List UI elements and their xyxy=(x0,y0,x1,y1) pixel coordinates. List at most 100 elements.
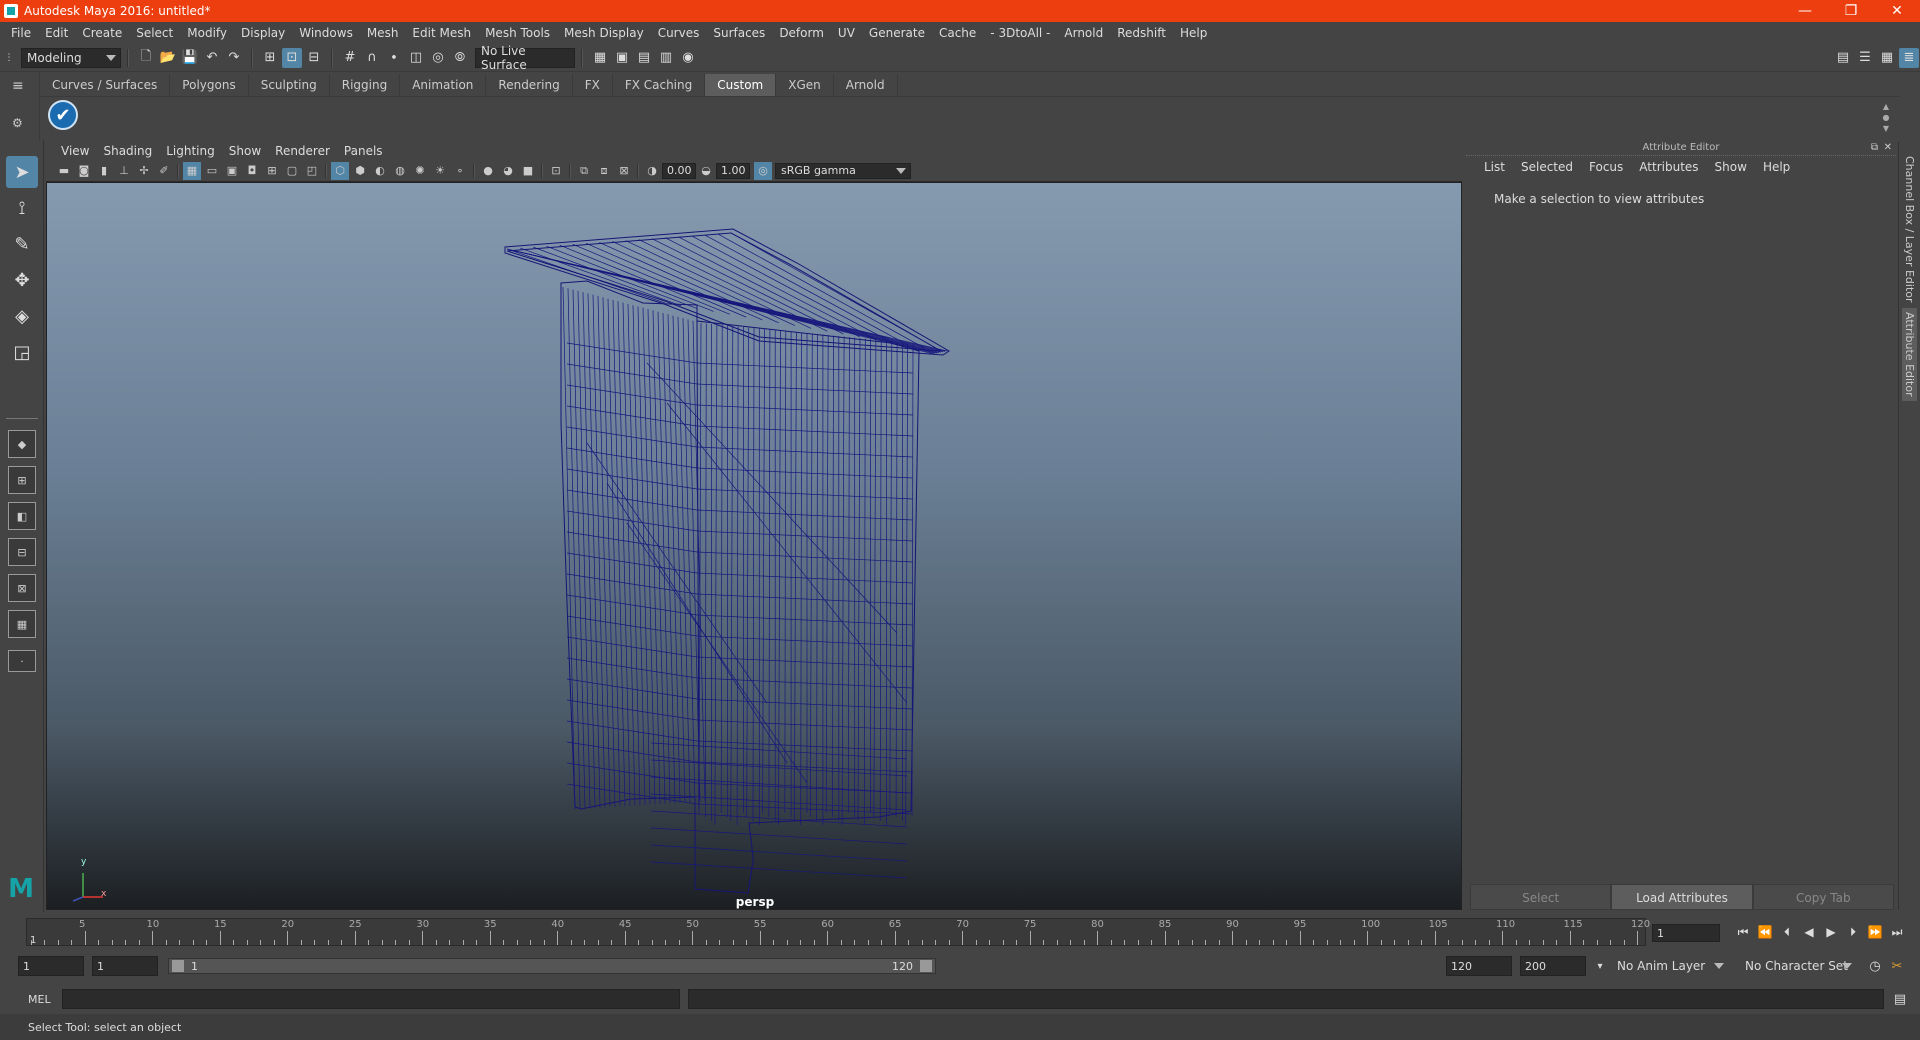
move-tool-icon[interactable]: ✥ xyxy=(6,264,38,296)
menu-display[interactable]: Display xyxy=(234,26,292,40)
command-language-label[interactable]: MEL xyxy=(28,993,58,1006)
four-pane-layout-icon[interactable]: ⊞ xyxy=(8,466,36,494)
xray-joints-icon[interactable]: ⧈ xyxy=(595,162,613,180)
tab-xgen[interactable]: XGen xyxy=(776,74,834,96)
rotate-tool-icon[interactable]: ◈ xyxy=(6,300,38,332)
layout-icon[interactable]: ▤ xyxy=(1833,48,1853,68)
shelf-scroll-icon[interactable]: ▲ ● ▼ xyxy=(1880,101,1892,135)
select-tool-icon[interactable]: ➤ xyxy=(6,156,38,188)
layout-more-icon[interactable]: · xyxy=(8,650,36,672)
menu-mesh-display[interactable]: Mesh Display xyxy=(557,26,651,40)
exposure-icon[interactable]: ◑ xyxy=(643,162,661,180)
character-set-dropdown[interactable]: No Character Set xyxy=(1739,956,1857,976)
current-frame-field[interactable]: 1 xyxy=(1652,924,1720,942)
minimize-button[interactable]: — xyxy=(1782,0,1828,22)
scale-tool-icon[interactable]: ◲ xyxy=(6,336,38,368)
safe-title-icon[interactable]: ◰ xyxy=(303,162,321,180)
menu-select[interactable]: Select xyxy=(129,26,180,40)
status-line-handle-icon[interactable]: ⋮ xyxy=(4,48,14,68)
menu-surfaces[interactable]: Surfaces xyxy=(706,26,772,40)
play-forwards-icon[interactable]: ▶ xyxy=(1820,922,1842,942)
viewport-menu-panels[interactable]: Panels xyxy=(337,144,390,158)
snap-view-plane-icon[interactable]: ◫ xyxy=(406,48,426,68)
checkmark-shelf-icon[interactable]: ✔ xyxy=(48,100,78,130)
snap-live-icon[interactable]: ◎ xyxy=(428,48,448,68)
color-management-icon[interactable]: ◎ xyxy=(754,161,772,180)
step-forward-key-icon[interactable]: ⏩ xyxy=(1864,922,1886,942)
range-end-handle[interactable] xyxy=(920,960,932,972)
menu-edit[interactable]: Edit xyxy=(38,26,75,40)
go-to-end-icon[interactable]: ⏭ xyxy=(1886,922,1908,942)
render-view-icon[interactable]: ▥ xyxy=(656,48,676,68)
time-slider[interactable]: 5 10 15 20 25 30 35 40 45 50 55 60 65 70 75 80 85 90 95 100… xyxy=(26,918,1650,946)
camera-select-icon[interactable]: ◙ xyxy=(75,162,93,180)
ae-menu-attributes[interactable]: Attributes xyxy=(1631,160,1706,174)
menu-arnold[interactable]: Arnold xyxy=(1057,26,1110,40)
go-to-start-icon[interactable]: ⏮ xyxy=(1732,922,1754,942)
ae-menu-selected[interactable]: Selected xyxy=(1513,160,1581,174)
tab-polygons[interactable]: Polygons xyxy=(170,74,249,96)
depth-of-field-icon[interactable]: ■ xyxy=(519,162,537,180)
script-editor-icon[interactable]: ▤ xyxy=(1890,989,1910,1009)
menu-set-dropdown[interactable]: Modeling xyxy=(21,47,121,68)
viewport-menu-view[interactable]: View xyxy=(54,144,96,158)
select-hierarchy-icon[interactable]: ⊞ xyxy=(260,48,280,68)
menu-modify[interactable]: Modify xyxy=(180,26,234,40)
range-start-handle[interactable] xyxy=(172,960,184,972)
tab-channel-box-layer-editor[interactable]: Channel Box / Layer Editor xyxy=(1902,152,1917,307)
tab-attribute-editor[interactable]: Attribute Editor xyxy=(1902,308,1917,401)
anim-layer-options-icon[interactable]: ▾ xyxy=(1590,956,1610,976)
select-component-icon[interactable]: ⊟ xyxy=(304,48,324,68)
tab-rendering[interactable]: Rendering xyxy=(486,74,573,96)
image-plane-icon[interactable]: ⊥ xyxy=(115,162,133,180)
maximize-button[interactable]: ❐ xyxy=(1828,0,1874,22)
menu-curves[interactable]: Curves xyxy=(651,26,707,40)
menu-create[interactable]: Create xyxy=(75,26,129,40)
menu-uv[interactable]: UV xyxy=(831,26,862,40)
tab-fx-caching[interactable]: FX Caching xyxy=(612,74,706,96)
playback-start-field[interactable]: 1 xyxy=(92,956,158,976)
shelf-settings-icon[interactable]: ⚙ xyxy=(12,116,30,130)
two-d-pan-zoom-icon[interactable]: ✢ xyxy=(135,162,153,180)
tab-custom[interactable]: Custom xyxy=(705,74,777,96)
render-current-frame-icon[interactable]: ▣ xyxy=(612,48,632,68)
anti-aliasing-icon[interactable]: ◕ xyxy=(499,162,517,180)
snap-point-icon[interactable]: ∙ xyxy=(384,48,404,68)
graph-persp-layout-icon[interactable]: ⊠ xyxy=(8,574,36,602)
make-live-icon[interactable]: ⦾ xyxy=(450,48,470,68)
gamma-icon[interactable]: ◒ xyxy=(697,162,715,180)
anim-layer-dropdown[interactable]: No Anim Layer xyxy=(1611,956,1729,976)
float-panel-icon[interactable]: ⧉ xyxy=(1871,142,1878,153)
menu-file[interactable]: File xyxy=(4,26,38,40)
paint-select-tool-icon[interactable]: ✎ xyxy=(6,228,38,260)
single-pane-layout-icon[interactable]: ◆ xyxy=(8,430,36,458)
screen-space-ao-icon[interactable]: ∘ xyxy=(451,162,469,180)
tab-animation[interactable]: Animation xyxy=(400,74,487,96)
select-object-icon[interactable]: ⊡ xyxy=(282,47,302,68)
select-button[interactable]: Select xyxy=(1470,884,1612,910)
lasso-tool-icon[interactable]: ⟟ xyxy=(6,192,38,224)
animation-end-field[interactable]: 200 xyxy=(1520,956,1586,976)
motion-blur-icon[interactable]: ● xyxy=(479,162,497,180)
range-slider[interactable]: 1 120 xyxy=(168,958,936,974)
viewport-menu-show[interactable]: Show xyxy=(222,144,268,158)
viewport-menu-renderer[interactable]: Renderer xyxy=(268,144,337,158)
menu-generate[interactable]: Generate xyxy=(862,26,932,40)
channel-box-toggle-icon[interactable]: ▦ xyxy=(1877,48,1897,68)
save-scene-icon[interactable]: 💾 xyxy=(180,48,200,68)
menu-deform[interactable]: Deform xyxy=(772,26,831,40)
view-transform-dropdown[interactable]: sRGB gamma xyxy=(775,162,911,179)
two-pane-layout-icon[interactable]: ◧ xyxy=(8,502,36,530)
undo-icon[interactable]: ↶ xyxy=(202,48,222,68)
step-back-frame-icon[interactable]: ⏴ xyxy=(1776,922,1798,942)
step-forward-frame-icon[interactable]: ⏵ xyxy=(1842,922,1864,942)
new-scene-icon[interactable]: 🗋 xyxy=(136,48,156,68)
grease-pencil-icon[interactable]: ✐ xyxy=(155,162,173,180)
exposure-field[interactable]: 0.00 xyxy=(662,162,696,179)
menu-3dtoall[interactable]: - 3DtoAll - xyxy=(983,26,1057,40)
outliner-toggle-icon[interactable]: ☰ xyxy=(1855,48,1875,68)
resolution-gate-icon[interactable]: ▣ xyxy=(223,162,241,180)
step-back-key-icon[interactable]: ⏪ xyxy=(1754,922,1776,942)
tab-arnold[interactable]: Arnold xyxy=(833,74,898,96)
ipr-render-icon[interactable]: ▤ xyxy=(634,48,654,68)
